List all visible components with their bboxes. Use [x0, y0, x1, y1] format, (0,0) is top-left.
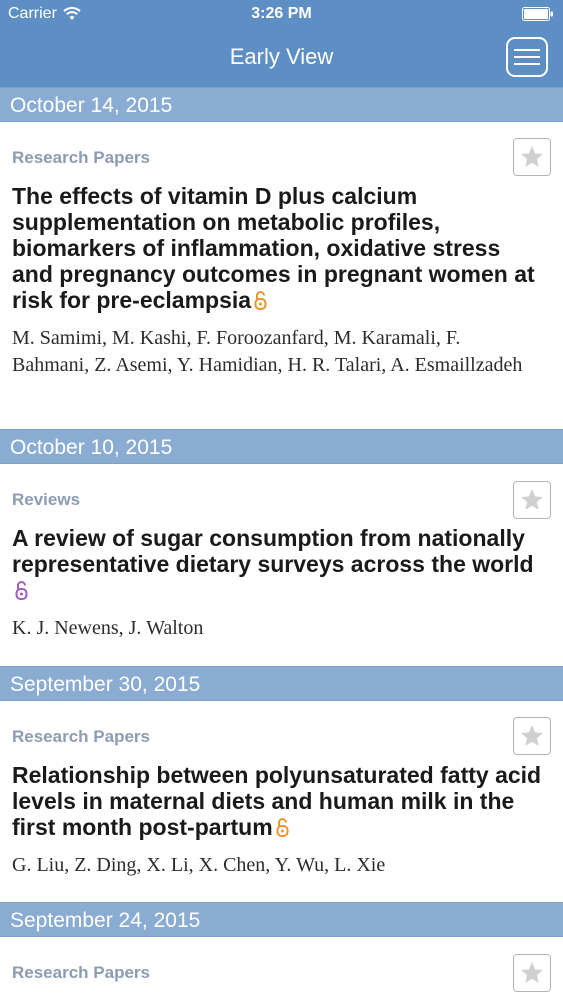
article-authors: M. Samimi, M. Kashi, F. Foroozanfard, M.… [12, 327, 523, 376]
open-access-lock-icon [15, 581, 28, 600]
article-title[interactable]: The effects of vitamin D plus calcium su… [12, 183, 547, 313]
article-category: Research Papers [12, 963, 150, 982]
open-access-lock-icon [254, 291, 267, 310]
hamburger-icon-line [514, 56, 540, 58]
article-authors: K. J. Newens, J. Walton [12, 617, 204, 639]
hamburger-icon-line [514, 63, 540, 65]
nav-bar: Early View [0, 28, 563, 87]
menu-button[interactable] [506, 37, 548, 77]
date-header: September 24, 2015 [0, 902, 563, 937]
top-bar: Carrier 3:26 PM Early View [0, 0, 563, 87]
article-title-text: A review of sugar consumption from natio… [12, 525, 534, 577]
page-title: Early View [229, 44, 334, 69]
article-category: Research Papers [12, 148, 150, 167]
battery-icon [522, 7, 553, 21]
article-item[interactable]: Research Papers Relationship between pol… [0, 701, 563, 902]
star-icon [521, 725, 543, 746]
status-bar: Carrier 3:26 PM [0, 0, 563, 28]
star-icon [521, 962, 543, 983]
favorite-star-button[interactable] [513, 954, 551, 992]
favorite-star-button[interactable] [513, 717, 551, 755]
star-icon [521, 489, 543, 510]
article-category: Research Papers [12, 727, 150, 746]
star-icon [521, 146, 543, 167]
hamburger-icon-line [514, 49, 540, 51]
date-header: October 10, 2015 [0, 429, 563, 464]
status-time: 3:26 PM [251, 5, 312, 22]
article-item[interactable]: Research Papers The effects of vitamin D… [0, 122, 563, 429]
open-access-lock-icon [276, 818, 289, 837]
date-header: October 14, 2015 [0, 87, 563, 122]
favorite-star-button[interactable] [513, 481, 551, 519]
article-item[interactable]: Research Papers [0, 937, 563, 1000]
article-authors: G. Liu, Z. Ding, X. Li, X. Chen, Y. Wu, … [12, 854, 386, 876]
favorite-star-button[interactable] [513, 138, 551, 176]
article-item[interactable]: Reviews A review of sugar consumption fr… [0, 464, 563, 666]
article-title-text: The effects of vitamin D plus calcium su… [12, 183, 535, 313]
article-title[interactable]: Relationship between polyunsaturated fat… [12, 762, 547, 840]
article-category: Reviews [12, 490, 81, 509]
date-header: September 30, 2015 [0, 666, 563, 701]
article-title[interactable]: A review of sugar consumption from natio… [12, 525, 547, 603]
